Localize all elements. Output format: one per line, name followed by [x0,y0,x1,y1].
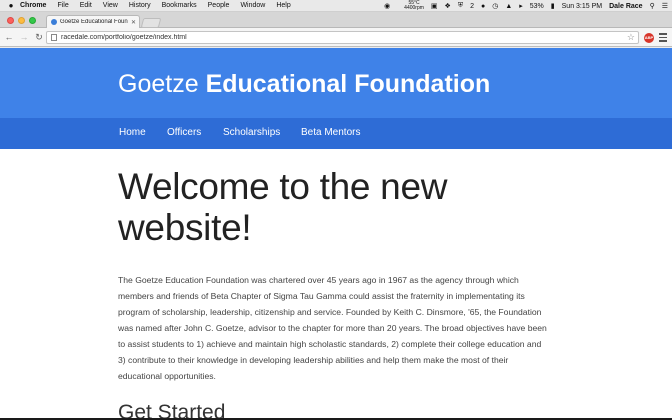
main-content: Welcome to the new website! The Goetze E… [118,166,550,420]
menu-help[interactable]: Help [276,2,290,9]
reload-icon[interactable]: ↻ [33,32,45,43]
adblock-extension-icon[interactable]: ABP [644,33,654,43]
status-area: ◉ 55°C 4400rpm ▣ ❖ ⛨ 2 ● ◷ ▲ ▸ 53% ▮ Sun… [377,0,668,12]
forward-arrow-icon[interactable]: → [18,32,30,42]
bookmark-star-icon[interactable]: ☆ [627,32,635,43]
menu-edit[interactable]: Edit [80,2,92,9]
user-name[interactable]: Dale Race [609,3,642,10]
nav-link-officers[interactable]: Officers [167,127,201,138]
tab-favicon-icon [51,19,57,25]
site-nav: Home Officers Scholarships Beta Mentors [0,118,672,149]
fan-speed-value: 4400rpm [404,5,424,11]
nav-link-home[interactable]: Home [119,127,146,138]
timer-icon[interactable]: ◷ [492,2,498,10]
battery-percent[interactable]: 53% [530,3,544,10]
back-arrow-icon[interactable]: ← [3,32,15,42]
menu-history[interactable]: History [129,2,151,9]
menu-window[interactable]: Window [240,2,265,9]
tab-title: Goetze Educational Foundat [60,19,128,25]
app-menu-chrome[interactable]: Chrome [20,2,46,9]
nav-link-scholarships[interactable]: Scholarships [223,127,280,138]
page-viewport: Goetze Educational Foundation Home Offic… [0,48,672,420]
menu-bookmarks[interactable]: Bookmarks [162,2,197,9]
browser-toolbar: ← → ↻ racedale.com/portfolio/goetze/inde… [0,28,672,47]
window-controls [7,17,40,24]
macos-menu-bar: ● Chrome File Edit View History Bookmark… [0,0,672,12]
notification-badge[interactable]: 2 [470,3,474,10]
tab-close-icon[interactable]: ✕ [131,19,136,26]
site-title-light: Goetze [118,70,199,98]
clock[interactable]: Sun 3:15 PM [562,3,602,10]
maximize-window-button[interactable] [29,17,36,24]
record-icon[interactable]: ◉ [384,2,390,10]
intro-paragraph: The Goetze Education Foundation was char… [118,275,547,381]
menu-view[interactable]: View [103,2,118,9]
dropbox-icon[interactable]: ❖ [445,2,451,10]
page-heading: Welcome to the new website! [118,166,448,248]
address-bar[interactable]: racedale.com/portfolio/goetze/index.html… [46,31,639,44]
shield-icon[interactable]: ⛨ [458,2,463,10]
tab-strip: Goetze Educational Foundat ✕ [0,12,672,28]
browser-tab-active[interactable]: Goetze Educational Foundat ✕ [46,15,140,28]
menu-people[interactable]: People [208,2,230,9]
new-tab-button[interactable] [140,18,162,28]
menu-file[interactable]: File [57,2,68,9]
minimize-window-button[interactable] [18,17,25,24]
notification-center-icon[interactable]: ☰ [662,2,668,10]
site-title-bold: Educational Foundation [205,70,491,98]
lock-icon[interactable]: ● [481,3,485,10]
site-header: Goetze Educational Foundation [0,48,672,118]
nav-link-beta-mentors[interactable]: Beta Mentors [301,127,360,138]
temperature-monitor[interactable]: 55°C 4400rpm [397,1,424,11]
site-title[interactable]: Goetze Educational Foundation [118,70,490,98]
page-icon [51,34,57,41]
menu-list: File Edit View History Bookmarks People … [46,2,290,9]
chrome-menu-icon[interactable] [659,33,667,44]
wifi-icon[interactable]: ▲ [505,3,512,10]
apple-menu-icon[interactable]: ● [6,1,16,10]
close-window-button[interactable] [7,17,14,24]
screen-icon[interactable]: ▣ [431,2,438,10]
url-text[interactable]: racedale.com/portfolio/goetze/index.html [61,34,627,41]
spotlight-search-icon[interactable]: ⚲ [650,2,655,10]
volume-icon[interactable]: ▸ [519,2,523,10]
battery-icon[interactable]: ▮ [551,2,555,10]
